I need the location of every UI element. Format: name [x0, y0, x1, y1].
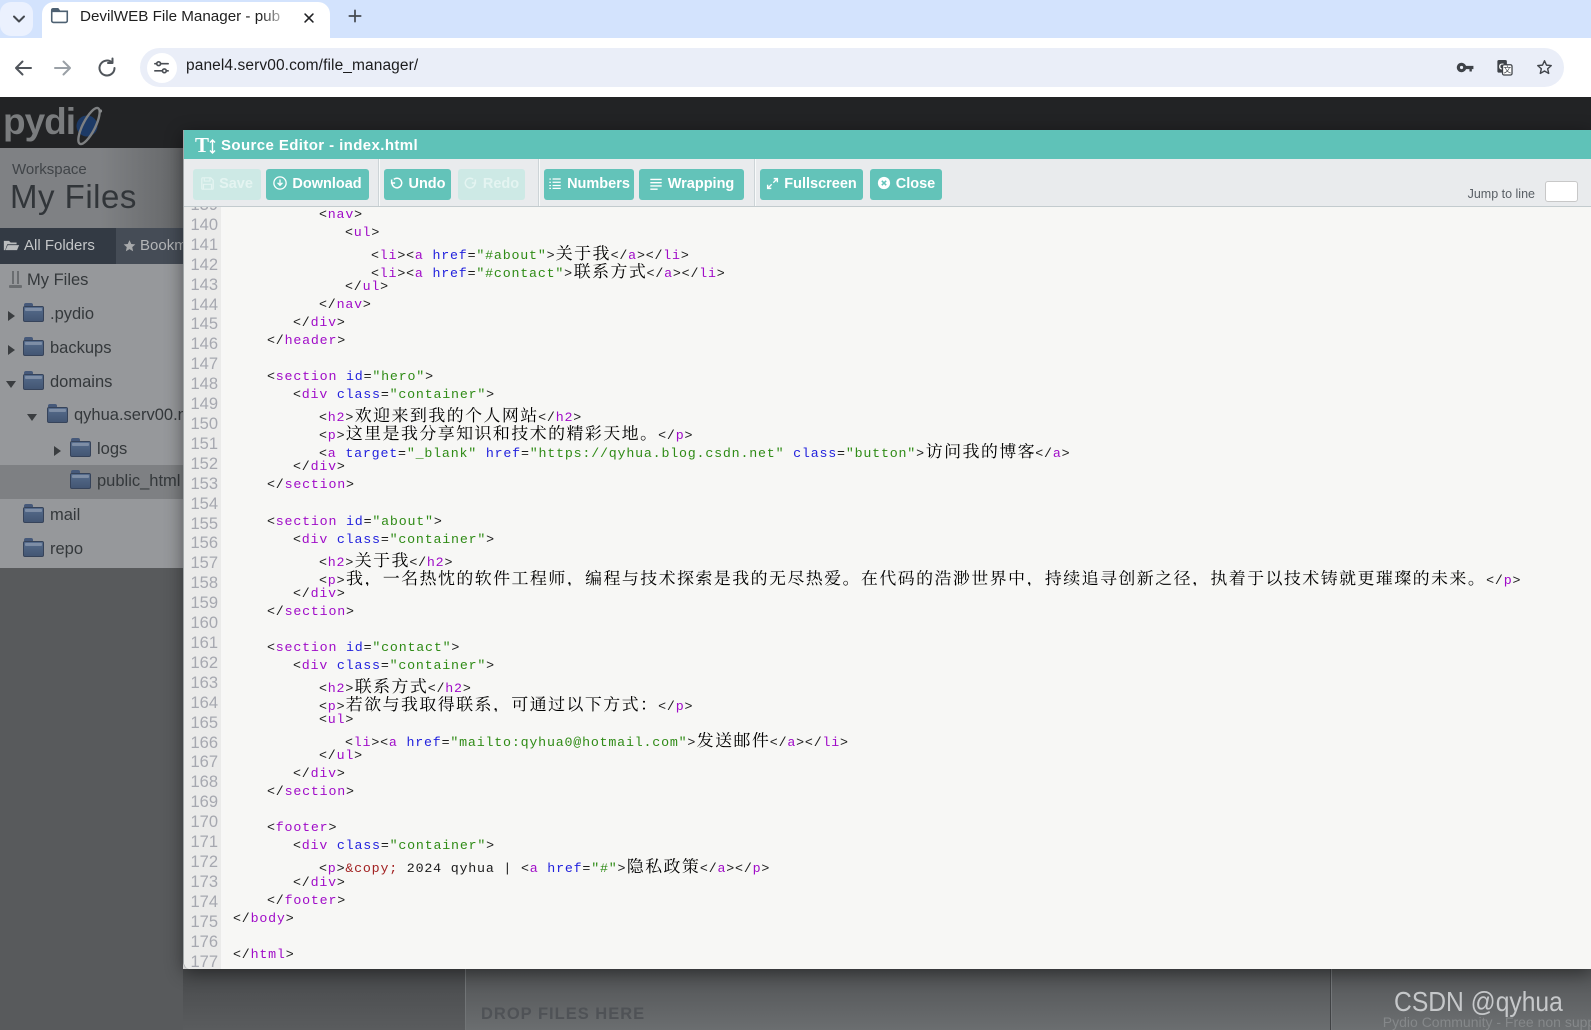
svg-text:文: 文 — [1503, 65, 1511, 75]
